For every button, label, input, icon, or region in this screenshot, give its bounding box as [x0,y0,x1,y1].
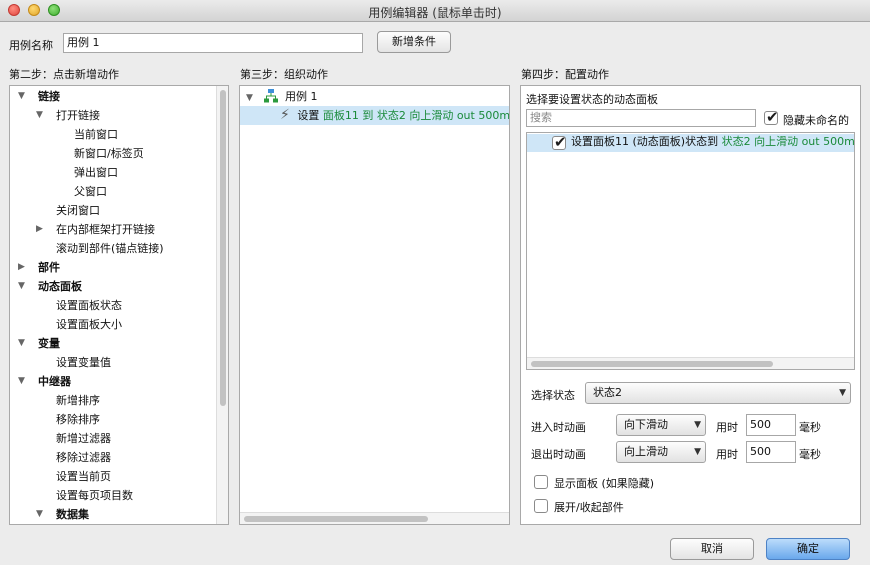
expander-open-icon[interactable]: ▼ [18,277,28,296]
chevron-down-icon: ▼ [839,388,846,398]
action-tree-item[interactable]: 设置每页项目数 [56,486,133,505]
action-row[interactable]: ⚡ 设置 面板11 到 状态2 向上滑动 out 500ms [280,106,510,125]
action-tree-item[interactable]: 父窗口 [74,182,107,201]
organize-hscroll-thumb[interactable] [244,516,428,522]
action-prefix: 设置 [297,109,320,122]
exit-anim-label: 退出时动画 [531,448,586,461]
exit-ms-label: 毫秒 [799,448,821,461]
ok-button[interactable]: 确定 [766,538,850,560]
action-tree-item[interactable]: 链接 [38,87,60,106]
enter-anim-label: 进入时动画 [531,421,586,434]
panel11-prefix: 设置面板11 (动态面板)状态到 [571,135,719,148]
expander-open-icon[interactable]: ▼ [36,106,46,125]
exit-duration-input[interactable]: 500 [746,441,796,463]
step2-title: 第二步：点击新增动作 [9,68,119,81]
actions-tree-panel: ▼ 链接 ▼ 打开链接 当前窗口 新窗口/标签页 弹出窗口 父窗口 关闭窗口 ▶ 在内部框架打开链接… [9,85,229,525]
action-tree-item[interactable]: 关闭窗口 [56,201,100,220]
expander-closed-icon[interactable]: ▶ [36,220,46,239]
dynamic-panel-list: 设置面板11 (动态面板)状态到 状态2 向上滑动 out 500ms [526,132,855,370]
expander-open-icon[interactable]: ▼ [18,372,28,391]
action-tree-item[interactable]: 设置当前页 [56,467,111,486]
select-panel-label: 选择要设置状态的动态面板 [526,93,658,106]
action-tree-item[interactable]: 设置面板状态 [56,296,122,315]
action-tree-item[interactable]: 设置面板大小 [56,315,122,334]
window-title: 用例编辑器 (鼠标单击时) [368,6,502,20]
action-tree-item[interactable]: 滚动到部件(锚点链接) [56,239,164,258]
chevron-down-icon: ▼ [694,447,701,457]
lightning-icon: ⚡ [280,107,290,123]
action-tree-item[interactable]: 动态面板 [38,277,82,296]
action-tree-item[interactable]: 弹出窗口 [74,163,118,182]
action-tree-item[interactable]: 新增排序 [56,391,100,410]
case-tree-row[interactable]: ▼ 用例 1 [246,87,318,106]
expander-open-icon[interactable]: ▼ [18,87,28,106]
show-panel-label: 显示面板 (如果隐藏) [554,477,655,490]
cancel-button[interactable]: 取消 [670,538,754,560]
action-tree-item[interactable]: 部件 [38,258,60,277]
action-detail: 面板11 到 状态2 向上滑动 out 500ms [322,109,510,122]
enter-ms-label: 毫秒 [799,421,821,434]
state-select[interactable]: 状态2 ▼ [585,382,851,404]
expander-open-icon[interactable]: ▼ [18,334,28,353]
action-tree-item[interactable]: 设置变量值 [56,353,111,372]
action-tree-item[interactable]: 中继器 [38,372,71,391]
panel-list-hscroll-thumb[interactable] [531,361,773,367]
show-panel-checkbox[interactable] [534,475,548,489]
step4-title: 第四步：配置动作 [521,68,609,81]
case-name-label: 用例名称 [9,39,53,52]
panel11-detail: 状态2 向上滑动 out 500ms [721,135,855,148]
flowchart-icon [263,89,278,103]
expand-collapse-checkbox[interactable] [534,499,548,513]
action-tree-item[interactable]: 变量 [38,334,60,353]
hide-unnamed-label: 隐藏未命名的 [783,114,849,127]
add-condition-button[interactable]: 新增条件 [377,31,451,53]
search-input[interactable]: 搜索 [526,109,756,127]
configure-action-panel: 选择要设置状态的动态面板 搜索 隐藏未命名的 设置面板11 (动态面板)状态到 … [520,85,861,525]
title-bar: 用例编辑器 (鼠标单击时) [0,0,870,22]
chevron-down-icon: ▼ [694,420,701,430]
enter-duration-label: 用时 [716,421,738,434]
action-tree-item[interactable]: 在内部框架打开链接 [56,220,155,239]
enter-anim-select[interactable]: 向下滑动 ▼ [616,414,706,436]
panel-list-hscrollbar[interactable] [527,357,854,369]
enter-anim-value: 向下滑动 [624,418,668,431]
case-label: 用例 1 [285,90,318,103]
step3-title: 第三步：组织动作 [240,68,328,81]
action-tree-item[interactable]: 当前窗口 [74,125,118,144]
expander-open-icon[interactable]: ▼ [36,505,46,524]
action-tree-item[interactable]: 移除排序 [56,410,100,429]
panel11-row[interactable]: 设置面板11 (动态面板)状态到 状态2 向上滑动 out 500ms [571,133,855,151]
hide-unnamed-checkbox[interactable] [764,108,779,126]
action-tree-item[interactable]: 新增过滤器 [56,429,111,448]
expander-closed-icon[interactable]: ▶ [18,258,28,277]
actions-tree-scrollbar[interactable] [216,86,228,524]
action-tree-item[interactable]: 打开链接 [56,106,100,125]
organize-actions-panel: ▼ 用例 1 ⚡ 设置 面板11 到 状态2 向上滑动 out 500ms [239,85,510,525]
expand-collapse-label: 展开/收起部件 [554,501,624,514]
actions-tree-scroll-thumb[interactable] [220,90,226,406]
exit-duration-label: 用时 [716,448,738,461]
organize-hscrollbar[interactable] [240,512,509,524]
action-tree-item[interactable]: 数据集 [56,505,89,524]
panel11-checkbox[interactable] [552,133,567,151]
case-name-input[interactable]: 用例 1 [63,33,363,53]
action-tree-item[interactable]: 新窗口/标签页 [74,144,144,163]
enter-duration-input[interactable]: 500 [746,414,796,436]
select-state-label: 选择状态 [531,389,575,402]
exit-anim-value: 向上滑动 [624,445,668,458]
state-select-value: 状态2 [593,386,622,399]
exit-anim-select[interactable]: 向上滑动 ▼ [616,441,706,463]
action-tree-item[interactable]: 移除过滤器 [56,448,111,467]
